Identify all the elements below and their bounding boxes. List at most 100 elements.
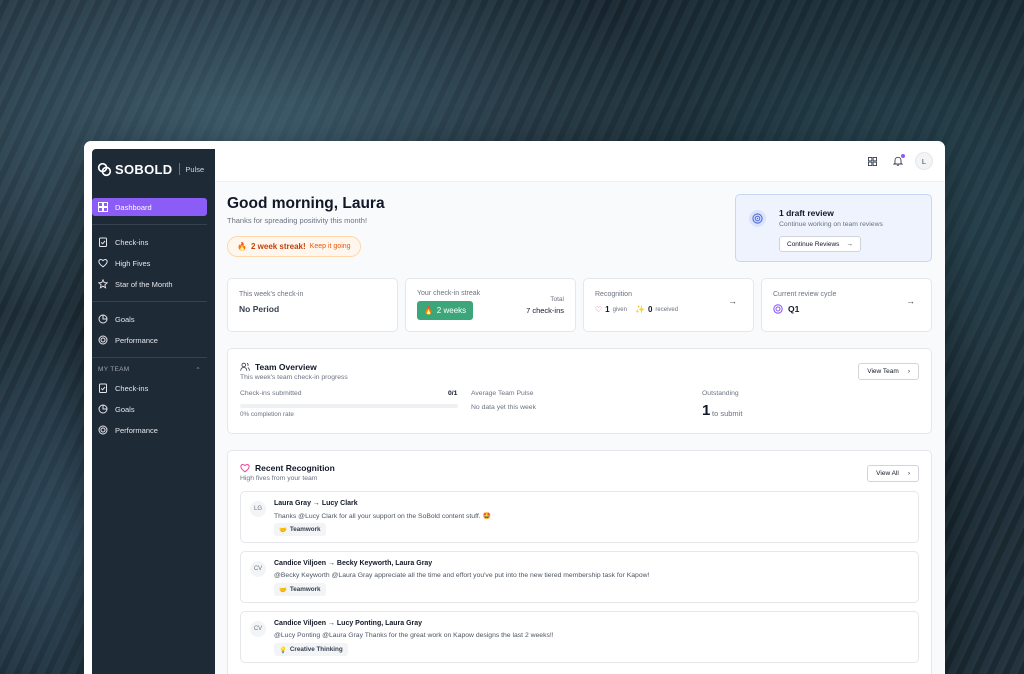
product-name: Pulse [185,164,205,174]
recent-recognition-card: Recent Recognition High fives from your … [227,450,932,674]
sidebar-item-label: Check-ins [115,237,149,247]
review-cycle-value: Q1 [773,304,799,314]
continue-reviews-button[interactable]: Continue Reviews → [779,236,861,252]
users-icon [240,362,250,371]
streak-badge-label: 2 weeks [436,306,467,315]
recognition-item[interactable]: CV Candice Viljoen → Becky Keyworth, Lau… [240,551,919,603]
target-icon [98,335,108,345]
pie-chart-icon [98,314,108,324]
streak-pill: 🔥 2 week streak! Keep it going [227,236,361,257]
received-label: received [655,306,679,313]
clipboard-check-icon [99,383,107,393]
sidebar-item-team-check-ins[interactable]: Check-ins [92,379,207,397]
draft-review-card: 1 draft review Continue working on team … [735,194,932,262]
main-content: Good morning, Laura Thanks for spreading… [215,182,945,674]
section-label: MY TEAM [98,366,130,373]
sidebar-item-team-performance[interactable]: Performance [92,421,207,439]
sidebar-item-label: High Fives [115,258,151,268]
notifications-button[interactable] [889,152,907,170]
view-team-button[interactable]: View Team › [858,363,919,380]
team-overview-title: Team Overview [240,362,317,372]
sidebar-item-label: Goals [115,404,135,414]
outstanding-label: Outstanding [702,390,739,397]
recognition-who: Candice Viljoen → Lucy Ponting, Laura Gr… [274,620,423,627]
tag-label: Teamwork [289,586,321,593]
checkins-submitted-value: 0/1 [448,390,458,397]
weekly-checkin-card[interactable]: This week's check-in No Period [227,278,398,332]
grid-icon [867,156,877,166]
user-avatar[interactable]: L [915,152,933,170]
sidebar-item-performance[interactable]: Performance [92,331,207,349]
value-tag: 🤝 Teamwork [274,583,326,596]
sidebar-item-check-ins[interactable]: Check-ins [92,233,207,251]
target-icon [98,425,108,435]
section-title: Team Overview [255,362,317,372]
pie-chart-icon [98,404,108,414]
recent-recognition-title: Recent Recognition [240,463,335,473]
button-label: View Team [867,368,899,375]
arrow-right-icon: → [846,240,853,248]
sidebar-item-dashboard[interactable]: Dashboard [92,198,207,216]
notification-dot [901,154,905,158]
fire-icon: 🔥 [237,242,247,251]
total-value: 7 check-ins [526,306,564,315]
heart-icon [240,464,250,473]
recent-recognition-subtitle: High fives from your team [240,475,318,482]
clipboard-check-icon [99,237,107,247]
recognition-item[interactable]: LG Laura Gray → Lucy Clark Thanks @Lucy … [240,491,919,543]
review-cycle-card[interactable]: Current review cycle Q1 → [761,278,932,332]
value-tag: 💡 Creative Thinking [274,643,348,656]
recognition-message: @Becky Keyworth @Laura Gray appreciate a… [274,572,650,579]
app-window: SOBOLD Pulse Dashboard Check-ins High Fi… [84,141,945,674]
cycle-label: Q1 [788,304,800,314]
recognition-card[interactable]: Recognition ♡ 1 given ✨ 0 received → [583,278,754,332]
sidebar-item-high-fives[interactable]: High Fives [92,254,207,272]
brand-logo[interactable]: SOBOLD Pulse [92,154,215,184]
sidebar-item-team-goals[interactable]: Goals [92,400,207,418]
button-label: View All [876,470,899,477]
sidebar-item-label: Performance [115,425,158,435]
sidebar-item-label: Goals [115,314,135,324]
target-icon [773,304,783,314]
handshake-icon: 🤝 [279,586,287,594]
given-count: 1 [605,305,610,314]
draft-review-subtitle: Continue working on team reviews [779,221,883,228]
received-count: 0 [647,305,653,314]
my-team-section-header[interactable]: MY TEAM ⌃ [92,366,215,379]
recognition-item[interactable]: CV Candice Viljoen → Lucy Ponting, Laura… [240,611,919,663]
streak-badge: 🔥 2 weeks [417,301,473,320]
value-tag: 🤝 Teamwork [274,523,326,536]
checkins-progress-bar [240,404,458,408]
avatar: CV [250,561,266,577]
view-all-button[interactable]: View All › [867,465,919,482]
apps-grid-button[interactable] [863,152,881,170]
button-label: Continue Reviews [787,240,840,248]
outstanding-count: 1 [702,402,711,419]
arrow-right-icon: → [906,296,915,306]
top-bar: L [215,141,945,182]
sidebar-item-label: Star of the Month [115,279,173,289]
chevron-right-icon: › [907,368,910,375]
tag-label: Teamwork [289,526,321,533]
streak-cta: Keep it going [309,243,351,250]
stat-label: Recognition [595,291,632,298]
handshake-icon: 🤝 [279,526,287,534]
checkin-streak-card[interactable]: Your check-in streak 🔥 2 weeks Total 7 c… [405,278,576,332]
avatar: LG [250,501,266,517]
total-label: Total [550,296,564,303]
sidebar-item-star-of-the-month[interactable]: Star of the Month [92,275,207,293]
avatar: CV [250,621,266,637]
streak-label: 2 week streak! [250,242,306,251]
heart-icon [98,259,108,268]
recognition-message: @Lucy Ponting @Laura Gray Thanks for the… [274,632,554,639]
dashboard-icon [98,202,108,212]
team-pulse-label: Average Team Pulse [471,390,534,397]
recognition-who: Candice Viljoen → Becky Keyworth, Laura … [274,560,433,567]
lightbulb-icon: 💡 [279,646,287,654]
sidebar-item-goals[interactable]: Goals [92,310,207,328]
outstanding-text: to submit [712,409,743,418]
star-icon [98,279,108,289]
tag-label: Creative Thinking [289,646,343,653]
recognition-counts: ♡ 1 given ✨ 0 received [595,305,683,314]
stat-label: Your check-in streak [417,290,481,297]
